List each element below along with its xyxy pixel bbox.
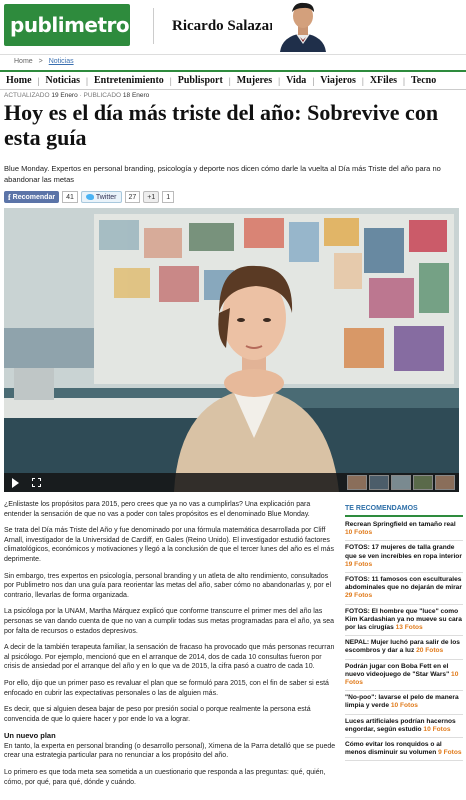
photo-count: 10 Fotos — [423, 725, 451, 733]
gallery-thumbnail[interactable] — [347, 475, 367, 490]
article-paragraph: En tanto, la experta en personal brandin… — [4, 742, 336, 760]
recommended-item-text[interactable]: Cómo evitar los ronquidos o al menos dis… — [345, 741, 442, 756]
breadcrumb-noticias[interactable]: Noticias — [49, 58, 74, 65]
meta-separator: · — [79, 92, 82, 99]
article-paragraph: Se trata del Día más Triste del Año y fu… — [4, 527, 334, 563]
article-paragraph: Por ello, dijo que un primer paso es rev… — [4, 679, 329, 697]
nav-item-viajeros[interactable]: Viajeros — [314, 75, 362, 86]
recommended-item[interactable]: FOTOS: 17 mujeres de talla grande que se… — [345, 544, 463, 574]
gallery-thumbnail[interactable] — [413, 475, 433, 490]
section-heading: Un nuevo plan — [4, 731, 56, 741]
twitter-button[interactable]: Twitter — [80, 191, 122, 203]
photo-count: 19 Fotos — [345, 560, 373, 568]
nav-item-home[interactable]: Home — [0, 75, 38, 86]
recommended-item[interactable]: Recrean Springfield en tamaño real 10 Fo… — [345, 521, 463, 542]
recommended-item[interactable]: "No-poo": lavarse el pelo de manera limp… — [345, 694, 463, 715]
google-plus-count: 1 — [162, 191, 175, 203]
photo-count: 9 Fotos — [438, 749, 462, 757]
nav-item-publisport[interactable]: Publisport — [172, 75, 229, 86]
nav-item-entretenimiento[interactable]: Entretenimiento — [88, 75, 170, 86]
article-paragraph: Es decir, que si alguien desea bajar de … — [4, 706, 311, 723]
main-nav: Home | Noticias | Entretenimiento | Publisp… — [0, 70, 466, 90]
facebook-recommend-button[interactable]: f Recomendar — [4, 191, 60, 203]
publimetro-logo[interactable]: publimetro — [4, 4, 148, 46]
media-controls-bar — [4, 473, 459, 492]
nav-item-noticias[interactable]: Noticias — [40, 75, 86, 86]
article-subtitle: Blue Monday. Expertos en personal brandi… — [4, 164, 441, 184]
nav-item-mujeres[interactable]: Mujeres — [231, 75, 278, 86]
published-label: PUBLICADO — [83, 92, 122, 99]
google-plus-button[interactable]: +1 — [143, 191, 160, 203]
article-body: ¿Enlistaste los propósitos para 2015, pe… — [4, 500, 338, 794]
facebook-count: 41 — [62, 191, 78, 203]
nav-item-vida[interactable]: Vida — [280, 75, 312, 86]
nav-item-tecno[interactable]: Tecno — [405, 75, 442, 86]
twitter-count: 27 — [124, 191, 141, 203]
gallery-thumbnails — [347, 475, 455, 490]
photo-count: 20 Fotos — [416, 647, 444, 655]
columnist-photo[interactable] — [272, 0, 334, 52]
article-meta: ACTUALIZADO 19 Enero · PUBLICADO 18 Ener… — [4, 92, 149, 99]
recommended-item[interactable]: NEPAL: Mujer luchó para salir de los esc… — [345, 639, 463, 660]
recommended-sidebar: TE RECOMENDAMOS Recrean Springfield en t… — [345, 505, 463, 764]
recommended-item[interactable]: FOTOS: 11 famosos con esculturales abdom… — [345, 576, 463, 605]
logo-text: publimetro — [10, 13, 130, 37]
breadcrumb: Home > Noticias — [0, 54, 466, 68]
photo-count: 13 Fotos — [395, 624, 423, 632]
columnist-name[interactable]: Ricardo Salazar — [172, 18, 276, 35]
photo-count: 29 Fotos — [345, 592, 373, 600]
recommended-item[interactable]: Cómo evitar los ronquidos o al menos dis… — [345, 741, 463, 762]
recommended-item-text[interactable]: FOTOS: 17 mujeres de talla grande que se… — [345, 544, 462, 559]
article-title: Hoy es el día más triste del año: Sobrev… — [4, 100, 439, 150]
article-paragraph: ¿Enlistaste los propósitos para 2015, pe… — [4, 501, 311, 518]
article-paragraph: Sin embargo, tres expertos en psicología… — [4, 572, 332, 599]
twitter-label: Twitter — [95, 193, 117, 201]
recommended-item-text[interactable]: FOTOS: 11 famosos con esculturales abdom… — [345, 576, 462, 591]
gallery-thumbnail[interactable] — [391, 475, 411, 490]
hero-image[interactable] — [4, 208, 459, 492]
recommended-item[interactable]: Luces artificiales podrían hacernos engo… — [345, 718, 463, 739]
article-paragraph: La psicóloga por la UNAM, Martha Márquez… — [4, 608, 334, 635]
play-icon[interactable] — [12, 478, 19, 488]
updated-date: 19 Enero — [51, 92, 78, 99]
recommended-item-text[interactable]: Podrán jugar con Boba Fett en el nuevo v… — [345, 663, 449, 678]
article-paragraph: A decir de la también terapeuta familiar… — [4, 644, 335, 671]
facebook-label: Recomendar — [12, 193, 56, 201]
nav-item-xfiles[interactable]: XFiles — [364, 75, 403, 86]
published-date: 18 Enero — [122, 92, 150, 99]
recommended-item-text[interactable]: Recrean Springfield en tamaño real — [345, 521, 456, 528]
fullscreen-icon[interactable] — [32, 478, 41, 487]
gallery-thumbnail[interactable] — [435, 475, 455, 490]
recommended-item[interactable]: FOTOS: El hombre que "luce" como Kim Kar… — [345, 608, 463, 637]
sidebar-title: TE RECOMENDAMOS — [345, 505, 463, 517]
gallery-thumbnail[interactable] — [369, 475, 389, 490]
breadcrumb-separator: > — [38, 58, 43, 65]
breadcrumb-home[interactable]: Home — [14, 58, 33, 65]
photo-count: 10 Fotos — [390, 702, 418, 710]
site-header: publimetro Ricardo Salazar — [0, 0, 466, 52]
twitter-bird-icon — [85, 194, 94, 200]
article-paragraph: Lo primero es que toda meta sea sometida… — [4, 769, 326, 786]
facebook-icon: f — [8, 192, 11, 202]
globe-icon — [131, 17, 148, 33]
recommended-item[interactable]: Podrán jugar con Boba Fett en el nuevo v… — [345, 663, 463, 692]
photo-count: 10 Fotos — [345, 529, 373, 537]
updated-label: ACTUALIZADO — [4, 92, 50, 99]
header-divider — [153, 8, 154, 44]
social-share-bar: f Recomendar 41 Twitter 27 +1 1 — [4, 190, 175, 204]
